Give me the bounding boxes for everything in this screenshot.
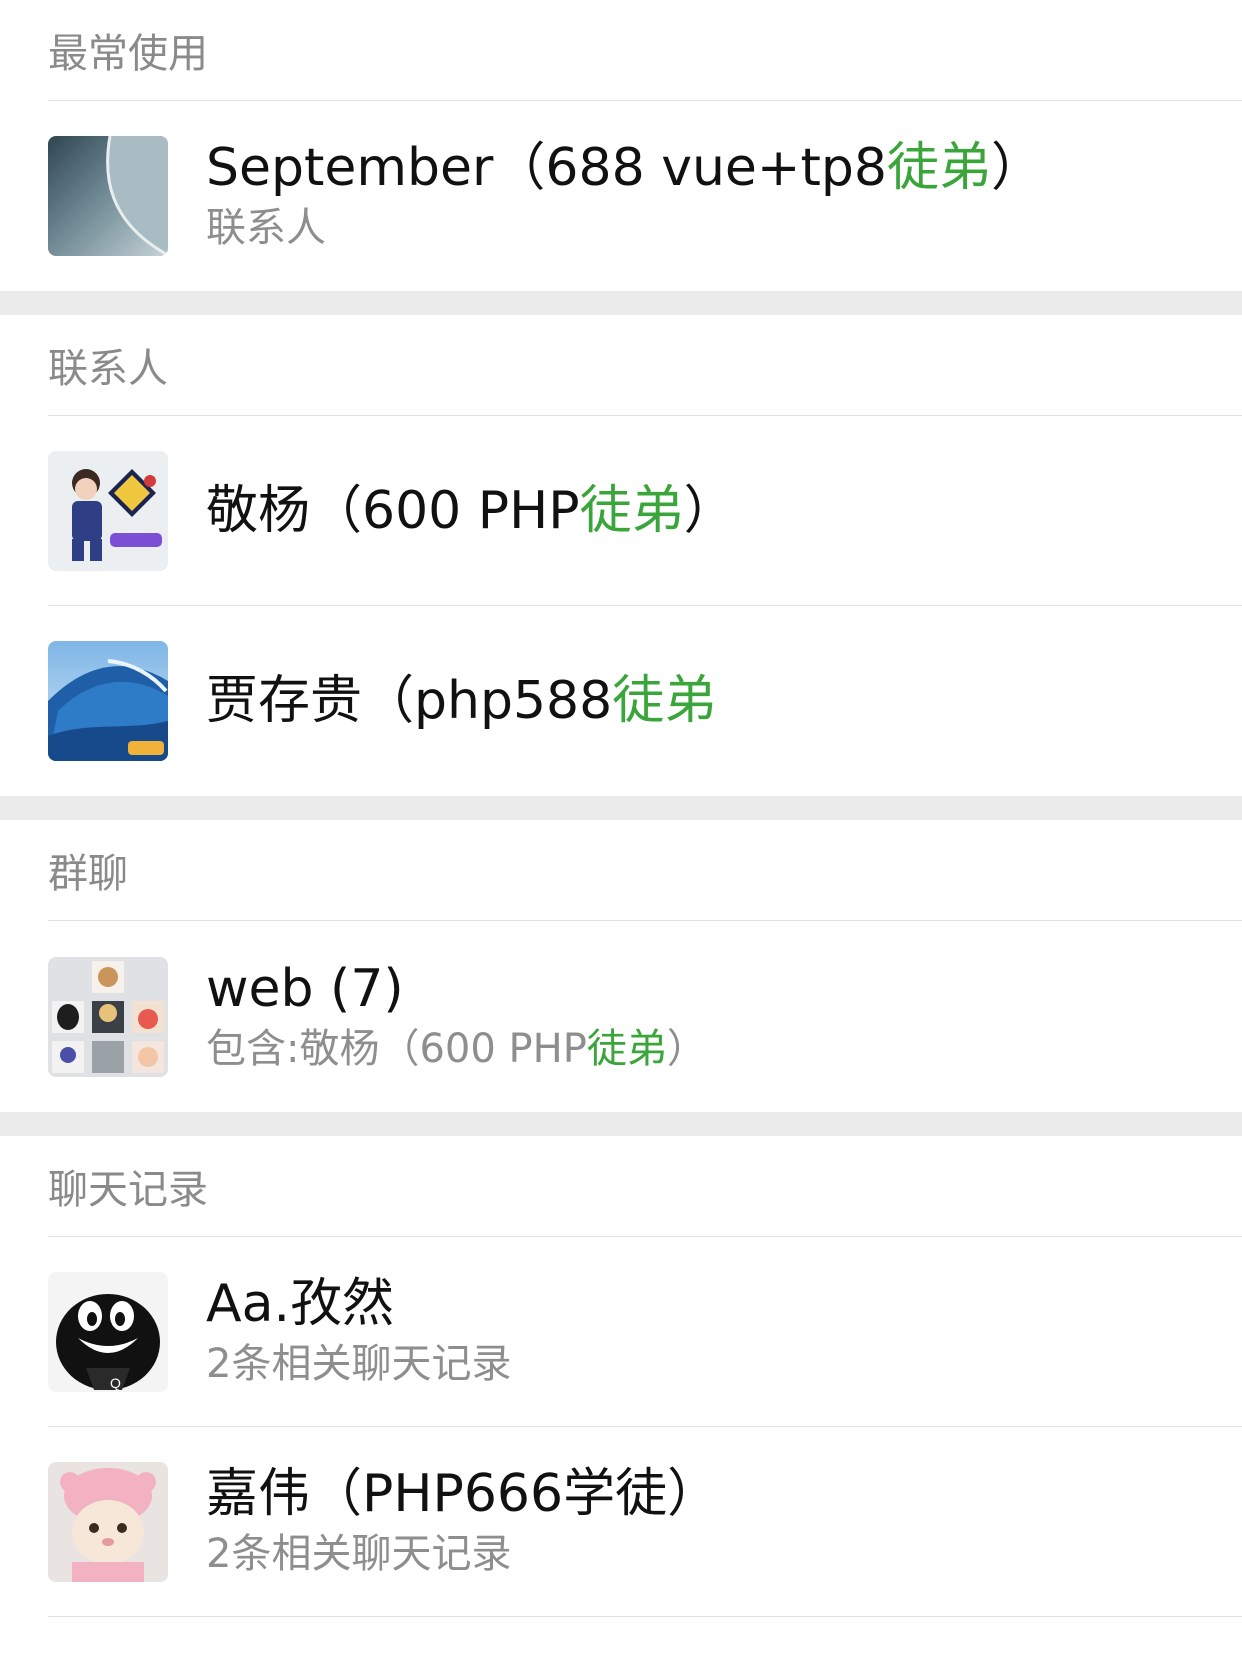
section-contacts: 联系人 敬杨（600 PHP徒弟） 贾存贵（php588徒弟	[0, 315, 1242, 796]
result-row-aa-ziran[interactable]: Q Aa.孜然 2条相关聊天记录	[0, 1237, 1242, 1427]
chat-match-count: 2条相关聊天记录	[206, 1531, 512, 1577]
keyword-highlight: 徒弟	[586, 1025, 667, 1072]
ocean-wave-avatar	[48, 641, 168, 761]
contact-name: September（688 vue+tp8徒弟）	[206, 138, 1044, 198]
keyword-highlight: 徒弟	[579, 481, 684, 541]
section-gap	[0, 1112, 1242, 1136]
contact-name: 嘉伟（PHP666学徒）	[206, 1464, 720, 1524]
svg-text:Q: Q	[110, 1375, 121, 1391]
child-cartoon-avatar	[48, 451, 168, 571]
result-row-web-group[interactable]: web (7) 包含:敬杨（600 PHP徒弟）	[0, 921, 1242, 1112]
section-header-chat-history: 聊天记录	[48, 1167, 208, 1213]
keyword-highlight: 徒弟	[612, 671, 717, 731]
chat-match-count: 2条相关聊天记录	[206, 1341, 512, 1387]
pig-hat-cat-avatar	[48, 1462, 168, 1582]
section-gap	[0, 796, 1242, 820]
result-row-jingyang[interactable]: 敬杨（600 PHP徒弟）	[0, 416, 1242, 606]
result-row-jiacungui[interactable]: 贾存贵（php588徒弟	[0, 606, 1242, 796]
contact-name: 贾存贵（php588徒弟	[206, 671, 717, 731]
curved-metal-avatar	[48, 136, 168, 256]
section-header-contacts: 联系人	[48, 346, 168, 392]
group-grid-avatar	[48, 956, 168, 1077]
section-chat-history: 聊天记录 Q Aa.孜然 2条相关聊天记录 嘉伟（PHP666学徒） 2条相关聊…	[0, 1136, 1242, 1617]
result-row-september[interactable]: September（688 vue+tp8徒弟） 联系人	[0, 101, 1242, 291]
result-type-label: 联系人	[206, 205, 326, 251]
result-row-jiawei[interactable]: 嘉伟（PHP666学徒） 2条相关聊天记录	[0, 1427, 1242, 1617]
group-member-match: 包含:敬杨（600 PHP徒弟）	[206, 1025, 707, 1072]
section-header-frequent: 最常使用	[48, 31, 208, 77]
section-frequent: 最常使用 September（688 vue+tp8徒弟） 联系人	[0, 0, 1242, 291]
section-groups: 群聊 web (7) 包含:敬杨（600 PHP徒弟）	[0, 820, 1242, 1112]
group-name: web (7)	[206, 958, 404, 1019]
section-header-groups: 群聊	[48, 851, 128, 897]
section-gap	[0, 291, 1242, 315]
row-separator	[48, 1616, 1242, 1617]
contact-name: 敬杨（600 PHP徒弟）	[206, 481, 736, 541]
contact-name: Aa.孜然	[206, 1274, 394, 1334]
keyword-highlight: 徒弟	[886, 138, 991, 198]
qq-penguin-avatar: Q	[48, 1272, 168, 1392]
